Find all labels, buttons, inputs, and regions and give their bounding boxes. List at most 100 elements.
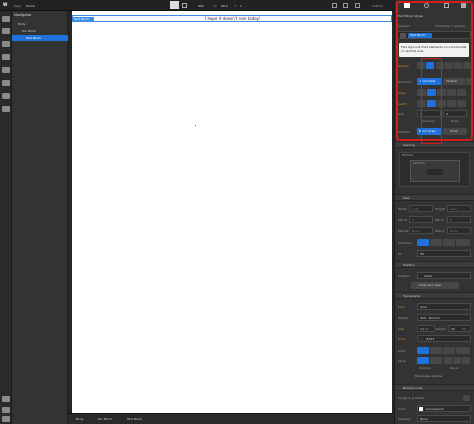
bg-color-input[interactable]: transparent [417,405,471,412]
overflow-visible-button[interactable] [417,239,429,246]
font-value: Arial [420,305,427,309]
min-h-input[interactable]: 0 [447,216,471,223]
size-section-header[interactable]: Size [395,194,474,201]
nav-item-text-block[interactable]: Text Block [12,35,68,41]
font-select[interactable]: Arial [417,303,471,310]
add-panel-icon[interactable] [2,16,10,22]
element-tag: Text Block [72,17,94,22]
breadcrumb-div-block[interactable]: Div Block [98,417,112,421]
breadcrumb-body[interactable]: Body [76,417,84,421]
text-align-center-button[interactable] [430,347,442,354]
width-readout: 992 [198,4,204,8]
size-title: Size [403,196,410,200]
left-toolbar [0,11,12,424]
navigator-icon[interactable] [2,28,10,34]
decor-none-button[interactable] [444,357,452,364]
nav-item-label: Text Block [26,36,42,40]
max-w-value: None [412,229,420,233]
width-value: Auto [412,207,419,211]
ecommerce-icon[interactable] [2,67,10,73]
assets-icon[interactable] [2,80,10,86]
line-height-label: Height [436,327,446,331]
backgrounds-section-header[interactable]: Backgrounds [395,384,474,391]
extra-readout: 1 [240,4,242,8]
height-input[interactable]: Auto [447,205,471,212]
page-frame: Text Block I hope it doesn't rain today! [72,11,392,413]
fit-label: Fit [398,252,402,256]
style-italic-button[interactable] [430,357,442,364]
cms-icon[interactable] [2,54,10,60]
margin-box[interactable]: MARGIN PADDING [399,152,470,187]
add-background-button[interactable] [463,395,470,401]
font-label: Font [398,305,405,309]
canvas-heading[interactable]: I hope it doesn't rain today! [205,17,261,21]
pages-icon[interactable] [2,41,10,47]
image-gradient-label: Image & gradient [398,396,425,400]
nav-item-div-block[interactable]: Div Block [12,28,68,34]
decor-strike-button[interactable] [453,357,461,364]
clipping-select[interactable]: None [417,415,471,422]
nav-item-body[interactable]: Body [12,21,68,27]
decor-underline-button[interactable] [462,357,470,364]
desktop-icon[interactable] [170,1,179,9]
tablet-icon[interactable] [182,3,187,8]
fit-value: Fill [420,252,425,256]
webflow-logo[interactable]: W [3,3,7,7]
text-align-justify-button[interactable] [456,347,470,354]
settings-icon[interactable] [2,106,10,112]
fit-select[interactable]: Fill [417,250,471,257]
cursor-dot [195,125,196,126]
bg-color-swatch [419,407,423,411]
zoom-readout: 99.4 [221,4,228,8]
weight-value: 400 - Normal [420,316,440,320]
height-value: Auto [450,207,457,211]
color-label: Color [398,337,406,341]
audit-icon[interactable] [2,396,10,402]
width-label: Width [398,207,407,211]
clipping-value: None [420,417,428,421]
width-input[interactable]: Auto [409,205,433,212]
more-type-options-button[interactable]: More type options [409,373,459,380]
max-w-label: Max W [398,229,409,233]
style-regular-button[interactable] [417,357,429,364]
max-h-input[interactable]: None [447,227,471,234]
color-input[interactable]: #333 [417,335,471,342]
max-h-value: None [450,229,458,233]
position-label: Position [398,274,410,278]
backgrounds-title: Backgrounds [403,386,423,390]
undo-icon[interactable] [332,3,337,8]
overflow-scroll-button[interactable] [443,239,455,246]
min-w-label: Min W [398,218,408,222]
breadcrumb-text-block[interactable]: Text Block [127,417,142,421]
navigator-panel: Navigator Body Div Block Text Block [12,11,68,424]
position-select[interactable]: Static [417,272,471,279]
height-label: Height [435,207,445,211]
align-text-label: Align [398,349,406,353]
share-icon[interactable] [355,3,360,8]
page-label: Page: [14,4,23,8]
pct-label: % [234,4,237,8]
overflow-auto-button[interactable] [456,239,470,246]
typography-title: Typography [403,294,421,298]
video-icon[interactable] [2,416,10,422]
text-align-right-button[interactable] [443,347,455,354]
clipping-label: Clipping [398,417,411,421]
help-icon[interactable] [2,407,10,413]
max-w-input[interactable]: None [409,227,433,234]
typography-section-header[interactable]: Typography [395,292,474,299]
bg-color-value: transparent [426,407,444,411]
padding-box[interactable]: PADDING [410,160,460,182]
page-name[interactable]: Home [26,4,35,8]
publish-button[interactable]: Publish [372,4,383,8]
overflow-hidden-button[interactable] [430,239,442,246]
line-height-input[interactable]: 20 PX [448,325,471,332]
weight-select[interactable]: 400 - Normal [417,314,471,321]
position-section-header[interactable]: Position [395,261,474,268]
text-align-left-button[interactable] [417,347,429,354]
min-h-label: Min H [435,218,444,222]
min-w-input[interactable]: 0 [409,216,433,223]
symbols-icon[interactable] [2,93,10,99]
bg-color-label: Color [398,407,406,411]
preview-icon[interactable] [343,3,348,8]
float-clear-button[interactable]: Float and clear [411,282,459,289]
